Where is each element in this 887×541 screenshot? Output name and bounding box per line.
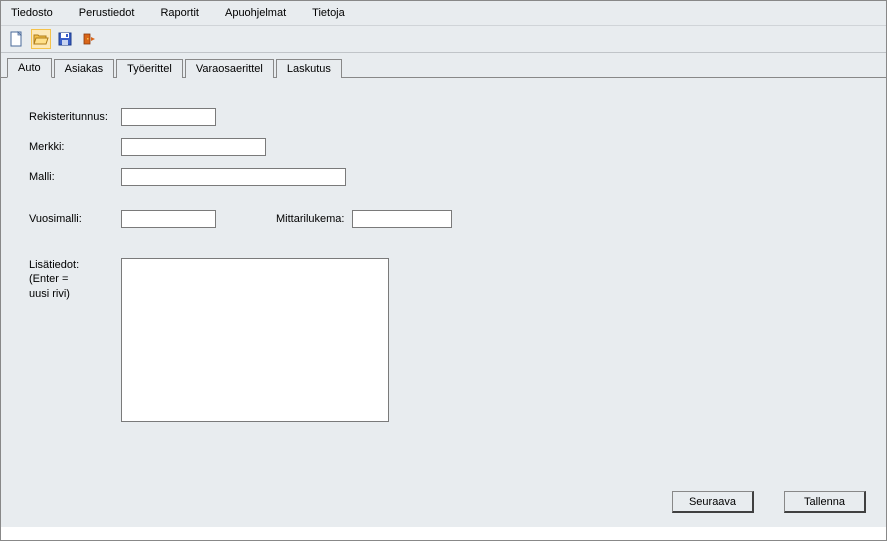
- input-merkki[interactable]: [121, 138, 266, 156]
- open-folder-button[interactable]: [31, 29, 51, 49]
- menu-tietoja[interactable]: Tietoja: [308, 5, 349, 21]
- menu-tiedosto[interactable]: Tiedosto: [7, 5, 57, 21]
- label-vuosimalli: Vuosimalli:: [29, 213, 121, 225]
- input-rekisteritunnus[interactable]: [121, 108, 216, 126]
- tabstrip: Auto Asiakas Työerittel Varaosaerittel L…: [1, 53, 886, 78]
- tab-asiakas[interactable]: Asiakas: [54, 59, 115, 78]
- save-button-toolbar[interactable]: [55, 29, 75, 49]
- input-mittarilukema[interactable]: [352, 210, 452, 228]
- label-malli: Malli:: [29, 171, 121, 183]
- seuraava-button[interactable]: Seuraava: [672, 491, 754, 513]
- new-file-button[interactable]: [7, 29, 27, 49]
- label-lisatiedot: Lisätiedot: (Enter = uusi rivi): [29, 258, 121, 301]
- label-lisatiedot-line2: (Enter =: [29, 273, 68, 285]
- menubar: Tiedosto Perustiedot Raportit Apuohjelma…: [1, 1, 886, 26]
- tab-auto[interactable]: Auto: [7, 58, 52, 78]
- exit-button[interactable]: [79, 29, 99, 49]
- textarea-lisatiedot[interactable]: [121, 258, 389, 422]
- new-file-icon: [10, 31, 24, 47]
- menu-raportit[interactable]: Raportit: [156, 5, 203, 21]
- label-rekisteritunnus: Rekisteritunnus:: [29, 111, 121, 123]
- save-icon: [58, 32, 72, 46]
- label-lisatiedot-line1: Lisätiedot:: [29, 259, 79, 271]
- exit-icon: [82, 32, 96, 46]
- input-malli[interactable]: [121, 168, 346, 186]
- label-mittarilukema: Mittarilukema:: [276, 213, 344, 225]
- label-lisatiedot-line3: uusi rivi): [29, 288, 70, 300]
- tallenna-button[interactable]: Tallenna: [784, 491, 866, 513]
- menu-apuohjelmat[interactable]: Apuohjelmat: [221, 5, 290, 21]
- label-merkki: Merkki:: [29, 141, 121, 153]
- tab-tyoerittel[interactable]: Työerittel: [116, 59, 183, 78]
- open-folder-icon: [33, 32, 49, 46]
- tab-laskutus[interactable]: Laskutus: [276, 59, 342, 78]
- button-row: Seuraava Tallenna: [672, 491, 866, 513]
- input-vuosimalli[interactable]: [121, 210, 216, 228]
- content-pane: Rekisteritunnus: Merkki: Malli: Vuosimal…: [1, 78, 886, 527]
- menu-perustiedot[interactable]: Perustiedot: [75, 5, 139, 21]
- tab-varaosaerittel[interactable]: Varaosaerittel: [185, 59, 274, 78]
- toolbar: [1, 26, 886, 53]
